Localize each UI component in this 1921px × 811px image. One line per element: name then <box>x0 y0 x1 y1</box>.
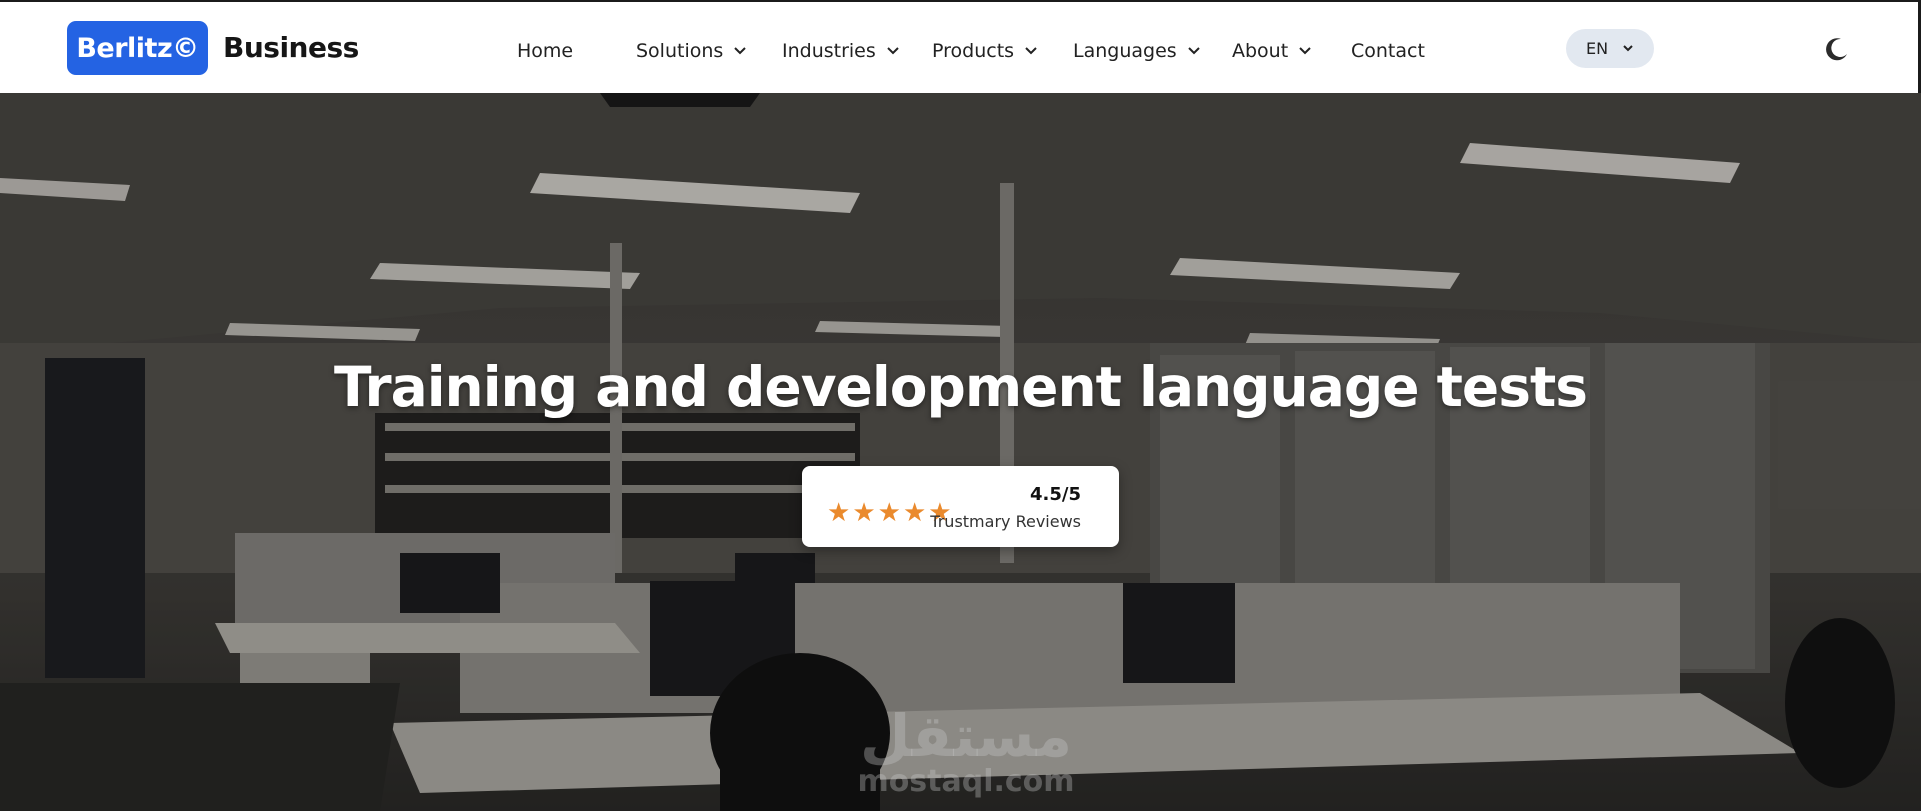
rating-badge[interactable]: ★ ★ ★ ★ ★ 4.5/5 Trustmary Reviews <box>802 466 1119 547</box>
star-icon: ★ <box>877 497 901 527</box>
rating-source: Trustmary Reviews <box>930 512 1081 531</box>
nav-item-label: Languages <box>1073 40 1177 62</box>
top-navigation-bar: Berlitz© Business Home Solutions Industr… <box>0 2 1921 93</box>
chevron-down-icon <box>1299 47 1311 55</box>
language-selected: EN <box>1585 39 1609 58</box>
watermark-arabic: مستقل <box>859 702 1073 770</box>
moon-icon[interactable] <box>1824 36 1850 62</box>
chevron-down-icon <box>734 47 747 55</box>
nav-item-label: Products <box>932 40 1015 62</box>
chevron-down-icon <box>1623 45 1633 52</box>
nav-item-about[interactable]: About <box>1232 37 1312 65</box>
nav-item-label: Contact <box>1351 40 1425 62</box>
watermark: مستقل mostaql.com <box>856 705 1076 797</box>
nav-item-contact[interactable]: Contact <box>1351 37 1425 65</box>
nav-item-label: Home <box>517 40 574 62</box>
rating-score: 4.5/5 <box>1030 484 1081 505</box>
brand-logo[interactable]: Berlitz© <box>67 21 208 75</box>
star-icon: ★ <box>852 497 876 527</box>
nav-item-label: Solutions <box>636 40 724 62</box>
nav-item-home[interactable]: Home <box>517 37 573 65</box>
chevron-down-icon <box>1187 47 1200 55</box>
brand-suffix: Business <box>223 31 359 64</box>
nav-item-languages[interactable]: Languages <box>1073 37 1201 65</box>
language-selector[interactable]: EN <box>1566 29 1654 68</box>
hero-section: Training and development language tests … <box>0 93 1921 811</box>
brand-logo-text: Berlitz© <box>76 32 199 64</box>
star-icon: ★ <box>902 497 927 527</box>
nav-item-label: About <box>1232 40 1289 62</box>
hero-title: Training and development language tests <box>333 355 1588 419</box>
nav-item-products[interactable]: Products <box>932 37 1038 65</box>
nav-item-solutions[interactable]: Solutions <box>636 37 747 65</box>
nav-item-label: Industries <box>782 40 876 62</box>
star-icon: ★ <box>827 497 851 527</box>
nav-item-industries[interactable]: Industries <box>782 37 900 65</box>
chevron-down-icon <box>1025 47 1037 55</box>
chevron-down-icon <box>887 47 899 55</box>
watermark-latin: mostaql.com <box>857 764 1075 799</box>
